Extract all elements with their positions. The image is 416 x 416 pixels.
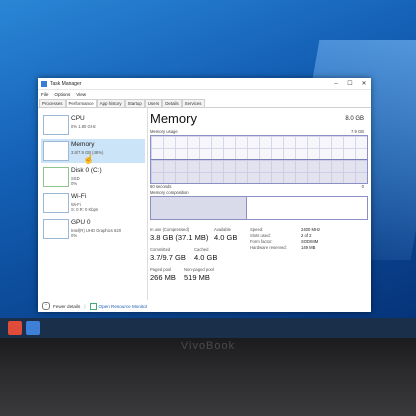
- sidebar-item-name: GPU 0: [71, 219, 91, 226]
- task-manager-icon: [41, 80, 47, 87]
- tab-users[interactable]: Users: [144, 99, 163, 107]
- performance-content: CPU 0% 1.80 GHz Memory 3.8/7.9 GB (48%) …: [38, 107, 371, 300]
- sidebar-item-wifi[interactable]: Wi-Fi Wi-Fi S: 0 R: 0 Kbps: [41, 191, 145, 215]
- window-title: Task Manager: [50, 80, 82, 87]
- maximize-button[interactable]: ☐: [343, 80, 357, 87]
- sidebar-item-name: Wi-Fi: [71, 193, 87, 200]
- graph-time-span: 60 seconds: [150, 184, 172, 189]
- memory-usage-fill: [151, 159, 367, 183]
- wifi-thumbnail-graph: [43, 193, 69, 213]
- sidebar-item-detail: 0% 1.80 GHz: [71, 124, 96, 129]
- memory-thumbnail-graph: [43, 141, 69, 161]
- sidebar-item-detail-2: S: 0 R: 0 Kbps: [71, 207, 98, 212]
- non-paged-pool-label: Non-paged pool: [184, 267, 214, 272]
- spec-slots-label: Slots used:: [250, 233, 271, 238]
- tab-performance[interactable]: Performance: [65, 99, 97, 107]
- graph-zero-label: 0: [361, 184, 364, 189]
- spec-speed-label: Speed:: [250, 227, 264, 232]
- memory-usage-max: 7.9 GB: [350, 129, 364, 134]
- open-resource-monitor-link[interactable]: Open Resource Monitor: [99, 304, 148, 309]
- in-use-label: In use (Compressed): [150, 227, 190, 232]
- taskbar-app-icon[interactable]: [8, 321, 22, 335]
- sidebar-item-cpu[interactable]: CPU 0% 1.80 GHz: [41, 113, 145, 137]
- memory-composition-used: [151, 197, 248, 219]
- spec-slots-value: 2 of 2: [301, 233, 312, 238]
- footer-separator: |: [84, 303, 86, 309]
- resource-sidebar: CPU 0% 1.80 GHz Memory 3.8/7.9 GB (48%) …: [39, 107, 148, 300]
- paged-pool-label: Paged pool: [150, 267, 172, 272]
- menu-bar: File Options View: [38, 90, 371, 98]
- tab-startup[interactable]: Startup: [124, 99, 145, 107]
- spec-reserved-value: 149 MB: [301, 245, 316, 250]
- memory-composition-label: Memory composition: [150, 190, 189, 195]
- sidebar-item-name: Memory: [71, 141, 95, 148]
- title-bar: Task Manager – ☐ ✕: [38, 78, 371, 90]
- tab-services[interactable]: Services: [181, 99, 205, 107]
- menu-options[interactable]: Options: [54, 92, 70, 97]
- resource-monitor-icon: [89, 302, 97, 310]
- non-paged-pool-value: 519 MB: [184, 273, 210, 282]
- available-label: Available: [214, 227, 231, 232]
- footer-bar: ⌃ Fewer details | Open Resource Monitor: [38, 300, 371, 312]
- spec-form-factor-label: Form factor:: [250, 239, 273, 244]
- paged-pool-value: 266 MB: [150, 273, 176, 282]
- page-title: Memory: [150, 111, 197, 126]
- sidebar-item-detail-2: 0%: [71, 233, 78, 238]
- in-use-value: 3.8 GB (37.1 MB): [150, 233, 209, 242]
- spec-speed-value: 2400 MHz: [301, 227, 321, 232]
- sidebar-item-disk[interactable]: Disk 0 (C:) SSD 0%: [41, 165, 145, 189]
- spec-form-factor-value: SODIMM: [301, 239, 319, 244]
- committed-label: Committed: [150, 247, 171, 252]
- cached-value: 4.0 GB: [194, 253, 218, 262]
- tab-app-history[interactable]: App history: [96, 99, 125, 107]
- task-manager-window: Task Manager – ☐ ✕ File Options View Pro…: [38, 78, 371, 312]
- memory-total: 8.0 GB: [345, 116, 364, 122]
- memory-usage-label: Memory usage: [150, 129, 178, 134]
- available-value: 4.0 GB: [214, 233, 238, 242]
- sidebar-item-gpu[interactable]: GPU 0 Intel(R) UHD Graphics 620 0%: [41, 217, 145, 241]
- memory-detail-panel: Memory 8.0 GB Memory usage 7.9 GB 60 sec…: [150, 107, 370, 300]
- fewer-details-link[interactable]: Fewer details: [53, 304, 80, 309]
- sidebar-item-name: Disk 0 (C:): [71, 167, 102, 174]
- spec-reserved-label: Hardware reserved:: [250, 245, 287, 250]
- taskbar-app-icon[interactable]: [26, 321, 40, 335]
- disk-thumbnail-graph: [43, 167, 69, 187]
- hand-cursor-icon: ☝: [83, 154, 95, 164]
- chevron-up-icon[interactable]: ⌃: [42, 302, 50, 310]
- tab-details[interactable]: Details: [162, 99, 182, 107]
- memory-usage-graph: [150, 135, 368, 184]
- laptop-brand-logo: VivoBook: [180, 340, 236, 352]
- sidebar-item-name: CPU: [71, 115, 85, 122]
- menu-file[interactable]: File: [41, 92, 48, 97]
- close-button[interactable]: ✕: [357, 80, 371, 87]
- minimize-button[interactable]: –: [329, 81, 343, 87]
- sidebar-item-detail-2: 0%: [71, 181, 78, 186]
- tab-processes[interactable]: Processes: [39, 99, 66, 107]
- gpu-thumbnail-graph: [43, 219, 69, 239]
- taskbar: [0, 318, 416, 338]
- menu-view[interactable]: View: [76, 92, 86, 97]
- memory-composition-bar: [150, 196, 368, 220]
- committed-value: 3.7/9.7 GB: [150, 253, 186, 262]
- cached-label: Cached: [194, 247, 209, 252]
- sidebar-item-detail: Intel(R) UHD Graphics 620: [71, 228, 122, 233]
- cpu-thumbnail-graph: [43, 115, 69, 135]
